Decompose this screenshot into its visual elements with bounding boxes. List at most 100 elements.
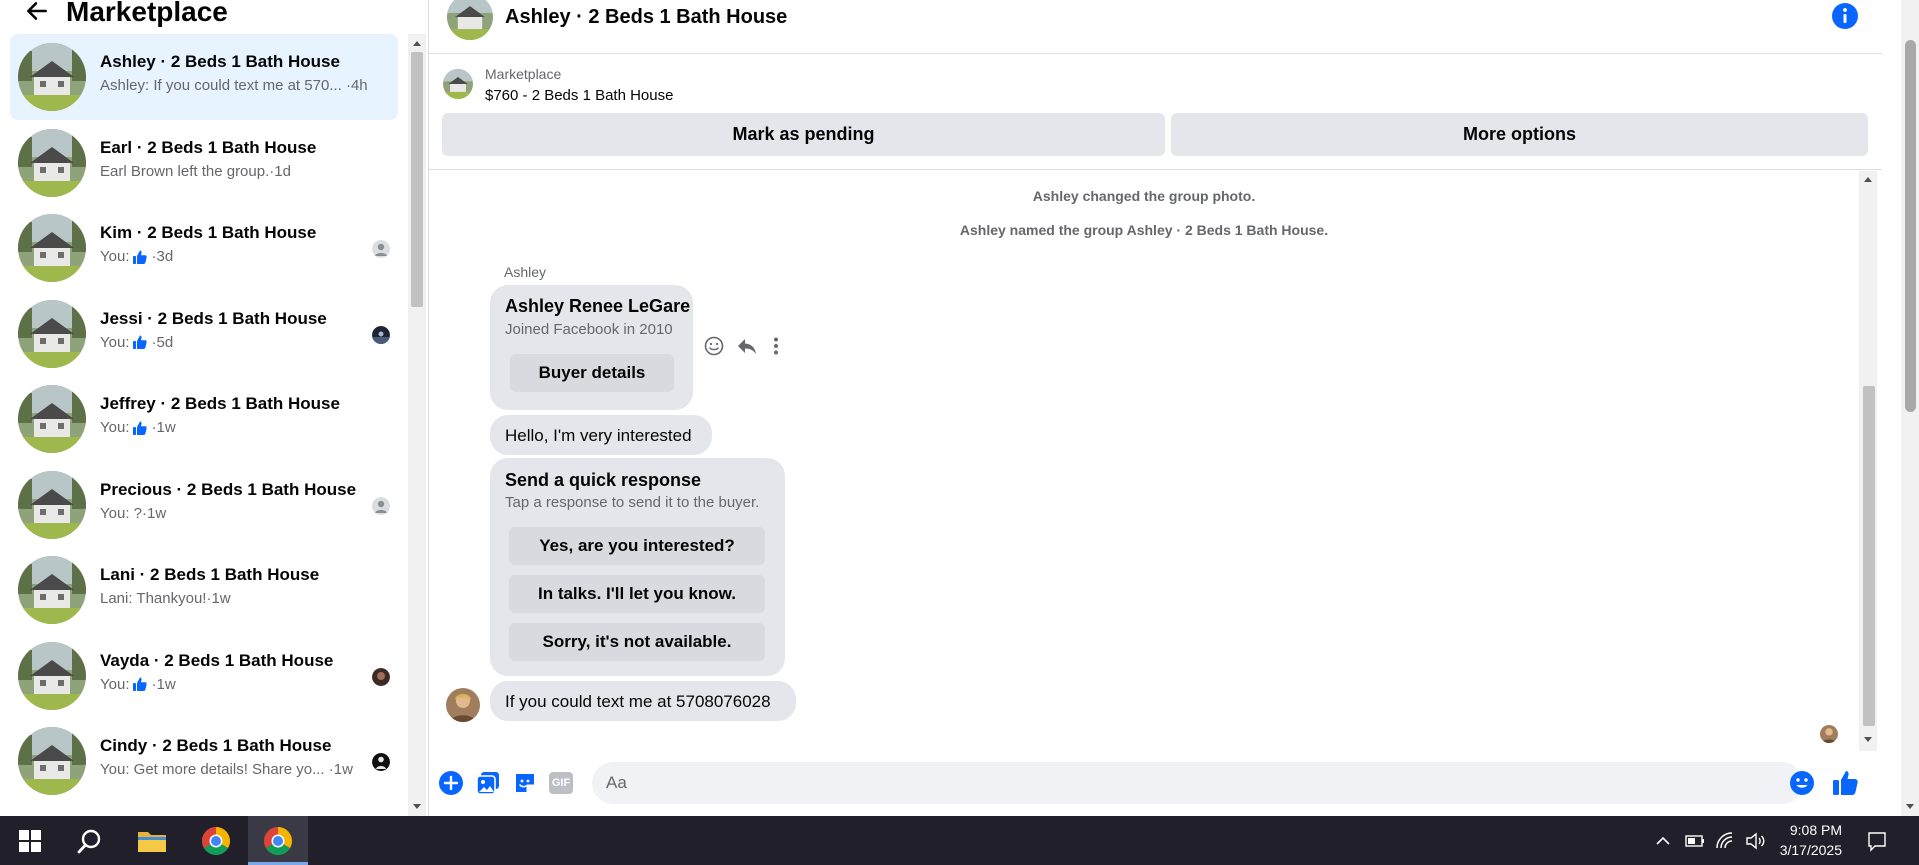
back-arrow-icon[interactable] <box>24 0 50 24</box>
conversation-item[interactable]: Lani · 2 Beds 1 Bath House Lani: Thankyou… <box>10 547 398 633</box>
system-message: Ashley named the group Ashley · 2 Beds 1… <box>959 222 1329 238</box>
read-receipt-avatar <box>372 496 390 515</box>
scroll-down-arrow-icon[interactable] <box>413 804 421 809</box>
buyer-name: Ashley Renee LeGare <box>505 296 691 316</box>
clock-time[interactable]: 9:08 PM <box>1782 822 1842 838</box>
reply-icon[interactable] <box>736 335 758 357</box>
scroll-up-arrow-icon[interactable] <box>1864 177 1872 182</box>
conversation-preview: You: Get more details! Share yo... ·1w <box>100 761 353 778</box>
chat-scroll-thumb[interactable] <box>1863 386 1875 726</box>
preview-time: ·5d <box>151 333 174 351</box>
conversation-item[interactable]: Precious · 2 Beds 1 Bath House You: ?·1w <box>10 462 398 548</box>
conversation-avatar <box>18 299 86 368</box>
conversation-preview: Earl Brown left the group.·1d <box>100 162 291 180</box>
sidebar-scroll-thumb[interactable] <box>411 52 423 307</box>
message-bubble[interactable]: If you could text me at 5708076028 <box>490 681 796 721</box>
more-actions-icon[interactable] <box>765 335 787 357</box>
read-receipt-avatar <box>372 667 390 686</box>
react-emoji-icon[interactable] <box>703 335 725 357</box>
more-options-button[interactable]: More options <box>1171 113 1868 156</box>
conversation-name: Jessi · 2 Beds 1 Bath House <box>100 308 327 328</box>
scroll-down-arrow-icon[interactable] <box>1864 737 1872 742</box>
scroll-up-arrow-icon[interactable] <box>413 41 421 46</box>
conversation-avatar <box>18 128 86 197</box>
buyer-details-button[interactable]: Buyer details <box>510 354 674 392</box>
read-receipt-avatar <box>372 753 390 771</box>
chevron-up-icon[interactable] <box>1652 830 1674 852</box>
conversation-item[interactable]: Ashley · 2 Beds 1 Bath House Ashley: If y… <box>10 34 398 120</box>
thumbs-up-icon <box>133 421 148 435</box>
conversation-name: Jeffrey · 2 Beds 1 Bath House <box>100 394 340 413</box>
file-explorer-button[interactable] <box>122 816 182 865</box>
listing-thumbnail[interactable] <box>443 69 473 99</box>
conversation-avatar <box>18 43 86 111</box>
thumbs-up-icon <box>133 335 148 349</box>
preview-prefix: You: <box>100 333 130 351</box>
start-button[interactable] <box>0 816 60 865</box>
mark-as-pending-button[interactable]: Mark as pending <box>442 113 1165 156</box>
battery-icon[interactable] <box>1684 830 1706 852</box>
scroll-down-arrow-icon[interactable] <box>1906 804 1914 809</box>
wifi-icon[interactable] <box>1714 830 1736 852</box>
windows-taskbar: 9:08 PM 3/17/2025 <box>0 816 1919 865</box>
sender-avatar[interactable] <box>446 688 480 722</box>
conversation-name: Precious · 2 Beds 1 Bath House <box>100 479 357 499</box>
quick-response-yes-button[interactable]: Yes, are you interested? <box>509 527 765 565</box>
conversation-preview: You: ·1w <box>100 676 176 693</box>
message-input[interactable] <box>592 762 1803 804</box>
conversation-name: Kim · 2 Beds 1 Bath House <box>100 223 317 242</box>
conversation-avatar <box>18 470 86 539</box>
quick-response-in-talks-button[interactable]: In talks. I'll let you know. <box>509 575 765 613</box>
gif-icon[interactable]: GIF <box>549 772 573 794</box>
conversation-preview: Ashley: If you could text me at 570... ·… <box>100 77 368 94</box>
message-text: Hello, I'm very interested <box>505 426 692 445</box>
clock-date[interactable]: 3/17/2025 <box>1770 842 1842 858</box>
conversation-item[interactable]: Vayda · 2 Beds 1 Bath House You: ·1w <box>10 633 398 719</box>
conversation-item[interactable]: Earl · 2 Beds 1 Bath House Earl Brown lef… <box>10 120 398 206</box>
chrome-active-taskbar-button[interactable] <box>248 816 308 865</box>
thumbs-up-icon <box>133 250 148 264</box>
notifications-icon[interactable] <box>1866 830 1888 852</box>
buyer-profile-card: Ashley Renee LeGare Joined Facebook in 2… <box>490 285 693 410</box>
quick-response-not-available-button[interactable]: Sorry, it's not available. <box>509 623 765 661</box>
conversation-sidebar: Marketplace Ashley · 2 Beds 1 Bath House… <box>0 0 408 816</box>
conversation-item[interactable]: Jessi · 2 Beds 1 Bath House You: ·5d <box>10 291 398 377</box>
chat-title: Ashley · 2 Beds 1 Bath House <box>505 6 788 28</box>
chrome-icon <box>264 826 292 855</box>
sidebar-scrollbar[interactable] <box>408 34 426 816</box>
gif-label: GIF <box>551 777 571 789</box>
search-button[interactable] <box>60 816 120 865</box>
folder-icon <box>138 831 166 852</box>
sidebar-header: Marketplace <box>0 0 408 30</box>
sticker-icon[interactable] <box>512 770 538 796</box>
read-receipt-avatar <box>372 325 390 344</box>
page-scroll-thumb[interactable] <box>1905 40 1916 412</box>
group-avatar[interactable] <box>447 0 493 40</box>
sender-name: Ashley <box>504 264 547 280</box>
conversation-name: Lani · 2 Beds 1 Bath House <box>100 565 320 584</box>
preview-time: ·1w <box>151 419 176 436</box>
conversation-item[interactable]: Jeffrey · 2 Beds 1 Bath House You: ·1w <box>10 376 398 462</box>
plus-circle-icon[interactable] <box>438 770 464 796</box>
message-text: If you could text me at 5708076028 <box>505 692 771 711</box>
quick-response-title: Send a quick response <box>505 470 702 490</box>
conversation-avatar <box>18 556 86 624</box>
listing-bar: Marketplace $760 - 2 Beds 1 Bath House M… <box>429 55 1882 170</box>
conversation-item[interactable]: Cindy · 2 Beds 1 Bath House You: Get more… <box>10 718 398 804</box>
chrome-taskbar-button[interactable] <box>186 816 246 865</box>
conversation-item[interactable]: Kim · 2 Beds 1 Bath House You: ·3d <box>10 205 398 291</box>
conversation-name: Vayda · 2 Beds 1 Bath House <box>100 650 334 670</box>
conversation-name: Ashley · 2 Beds 1 Bath House <box>100 52 340 71</box>
read-receipt-avatar <box>372 240 390 258</box>
emoji-icon[interactable] <box>1789 770 1815 796</box>
page-scrollbar[interactable] <box>1901 0 1919 816</box>
chat-scrollbar[interactable] <box>1859 171 1877 751</box>
photo-gallery-icon[interactable] <box>475 770 501 796</box>
thumbs-up-icon[interactable] <box>1830 768 1860 798</box>
info-icon[interactable] <box>1831 2 1859 30</box>
message-composer: GIF <box>429 752 1882 816</box>
volume-icon[interactable] <box>1744 830 1766 852</box>
message-bubble[interactable]: Hello, I'm very interested <box>490 415 712 455</box>
chrome-icon <box>202 826 230 855</box>
listing-price[interactable]: $760 - 2 Beds 1 Bath House <box>485 87 673 104</box>
